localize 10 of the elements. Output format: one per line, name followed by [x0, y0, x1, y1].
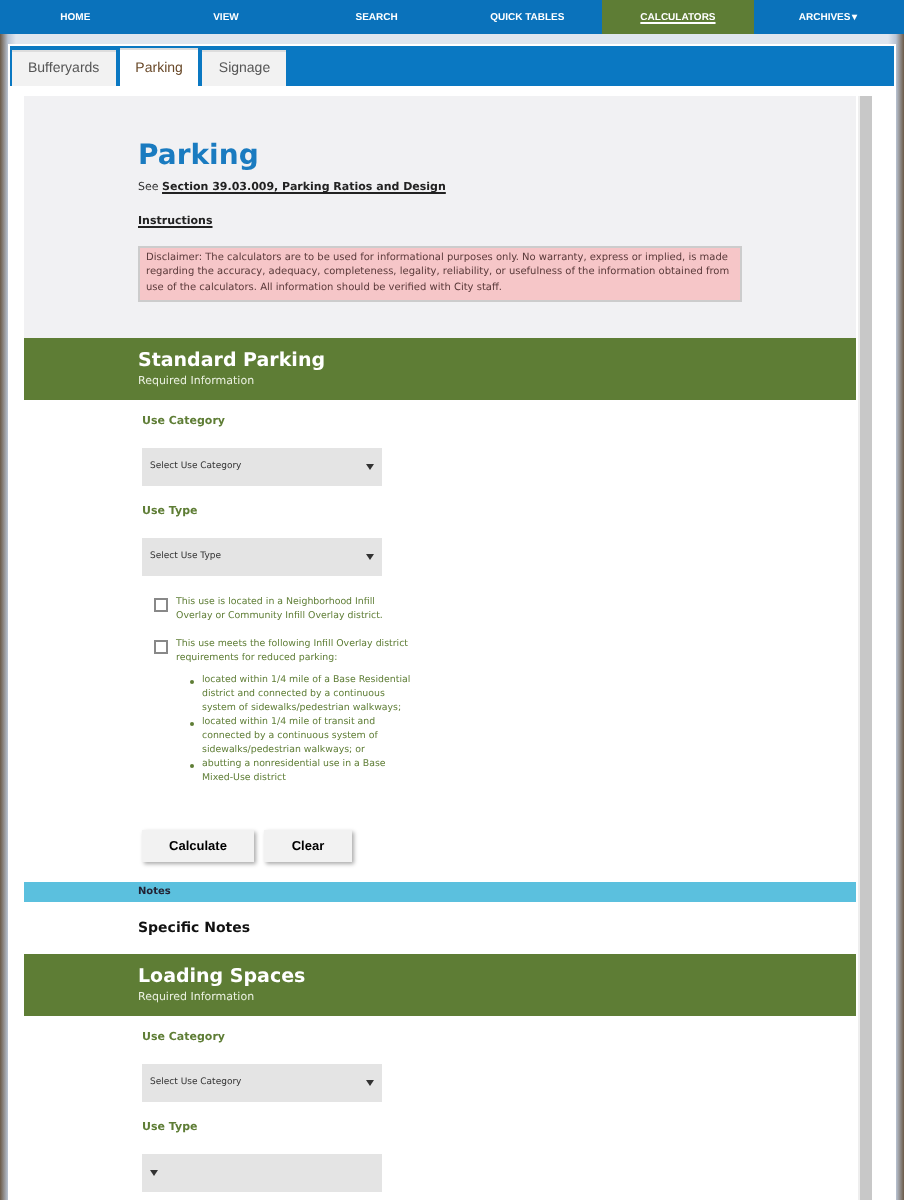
section-title: Loading Spaces	[138, 966, 308, 989]
caret-icon	[366, 1080, 374, 1087]
section-title: Standard Parking	[138, 349, 328, 372]
page-title: Parking	[138, 140, 261, 172]
scrollbar[interactable]	[858, 96, 872, 1200]
caret-icon	[366, 553, 374, 560]
checkbox[interactable]	[154, 639, 168, 654]
caret-icon	[366, 463, 374, 470]
caret-icon	[150, 1170, 158, 1177]
checkbox[interactable]	[154, 597, 168, 612]
